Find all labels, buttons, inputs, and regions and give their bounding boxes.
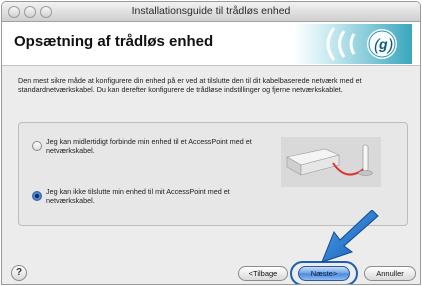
description-text: Den mest sikre måde at konfigurere din e… bbox=[18, 76, 362, 94]
svg-text:): ) bbox=[386, 37, 393, 54]
installer-window: Installationsguide til trådløs enhed Ops… bbox=[1, 1, 421, 285]
wifi-waves-icon: ( g ) bbox=[294, 24, 412, 64]
window-title: Installationsguide til trådløs enhed bbox=[131, 5, 291, 17]
back-button[interactable]: <Tilbage bbox=[238, 266, 288, 281]
header-band: Opsætning af trådløs enhed ( g ) bbox=[2, 22, 420, 66]
page-title: Opsætning af trådløs enhed bbox=[14, 33, 214, 50]
option-temporary-cable-label[interactable]: Jeg kan midlertidigt forbinde min enhed … bbox=[46, 137, 268, 155]
title-bar: Installationsguide til trådløs enhed bbox=[2, 2, 420, 22]
pointer-arrow-icon bbox=[321, 210, 379, 263]
cancel-button[interactable]: Annuller bbox=[364, 266, 416, 281]
help-button[interactable]: ? bbox=[11, 265, 27, 281]
option-no-cable-radio[interactable] bbox=[32, 191, 42, 201]
option-no-cable-label[interactable]: Jeg kan ikke tilslutte min enhed til mit… bbox=[46, 187, 268, 205]
option-temporary-cable-radio[interactable] bbox=[32, 141, 42, 151]
svg-text:g: g bbox=[378, 36, 388, 52]
printer-cable-illustration bbox=[281, 137, 381, 187]
next-button[interactable]: Næste> bbox=[298, 266, 350, 281]
